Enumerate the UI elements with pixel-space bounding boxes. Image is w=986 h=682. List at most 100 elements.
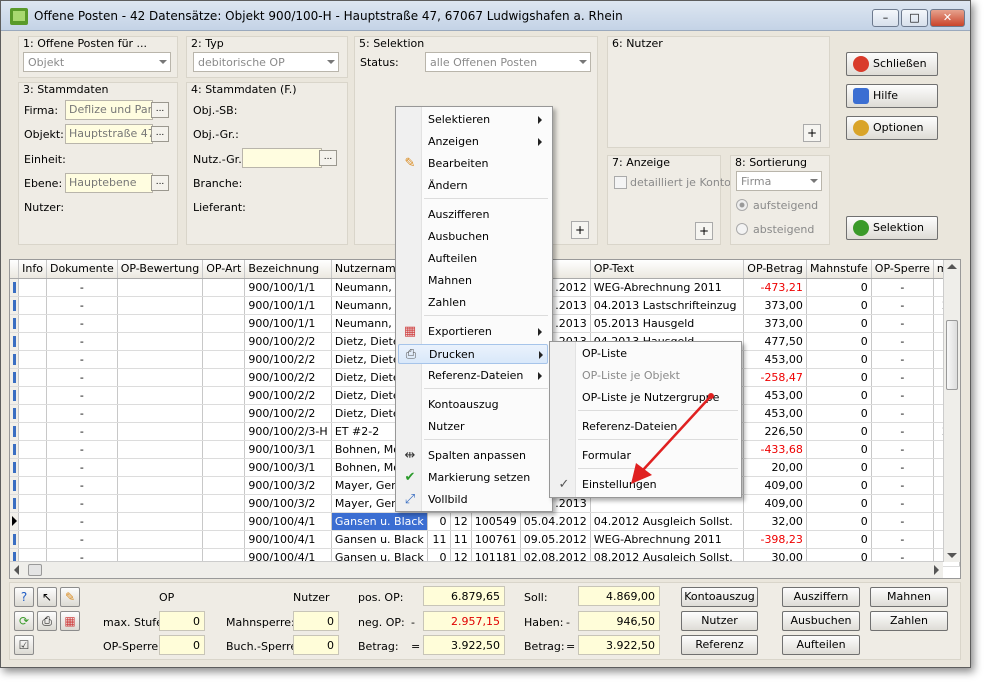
status-select[interactable]: alle Offenen Posten [425, 52, 591, 72]
objekt-browse-button[interactable]: ... [151, 126, 169, 142]
ausbuchen-button[interactable]: Ausbuchen [782, 611, 860, 631]
optionen-button[interactable]: Optionen [846, 116, 938, 140]
hilfe-button[interactable]: Hilfe [846, 84, 938, 108]
objekt-field[interactable]: Hauptstraße 47, [65, 124, 153, 144]
menu-item-nutzer[interactable]: Nutzer [398, 417, 548, 437]
firma-field[interactable]: Deflize und Partr [65, 100, 153, 120]
table-row[interactable]: -900/100/4/1 Gansen u. Black 0 12 100549 05.0… [10, 512, 960, 531]
menu-item-drucken[interactable]: ⎙ Drucken [398, 344, 548, 364]
kontoauszug-button[interactable]: Kontoauszug [681, 587, 758, 607]
row-indicator[interactable] [10, 530, 20, 549]
scroll-down-icon[interactable] [947, 553, 957, 558]
row-indicator[interactable] [10, 350, 20, 369]
menu-item-referenz-dateien[interactable]: Referenz-Dateien [398, 366, 548, 386]
ebene-field[interactable]: Hauptebene [65, 173, 153, 193]
scroll-thumb[interactable] [946, 320, 958, 390]
selektion-button[interactable]: Selektion [846, 216, 938, 240]
scroll-right-icon[interactable] [934, 565, 939, 575]
aufteilen-button[interactable]: Aufteilen [782, 635, 860, 655]
schliessen-button[interactable]: Schließen [846, 52, 938, 76]
row-indicator[interactable] [10, 278, 20, 297]
row-indicator[interactable] [10, 386, 20, 405]
absteigend-radio[interactable] [736, 223, 748, 235]
row-indicator[interactable] [10, 458, 20, 477]
row-indicator[interactable] [10, 422, 20, 441]
menu-item-ändern[interactable]: Ändern [398, 176, 548, 196]
menu-item-markierung-setzen[interactable]: ✔ Markierung setzen [398, 468, 548, 488]
menu-item-ausbuchen[interactable]: Ausbuchen [398, 227, 548, 247]
row-indicator[interactable] [10, 440, 20, 459]
minimize-button[interactable]: – [872, 9, 899, 27]
row-indicator[interactable] [10, 368, 20, 387]
row-indicator[interactable] [10, 494, 20, 513]
menu-item-mahnen[interactable]: Mahnen [398, 271, 548, 291]
table-cell [117, 422, 204, 441]
table-cell: -398,23 [743, 530, 807, 549]
nutzer-button[interactable]: Nutzer [681, 611, 758, 631]
typ-select[interactable]: debitorische OP [193, 52, 339, 72]
help-icon[interactable]: ? [14, 587, 34, 607]
menu-item-zahlen[interactable]: Zahlen [398, 293, 548, 313]
detailliert-checkbox[interactable] [614, 176, 627, 189]
column-header[interactable]: Mahnstufe [806, 260, 872, 279]
menu-item-selektieren[interactable]: Selektieren [398, 110, 548, 130]
nutz-gr-browse-button[interactable]: ... [319, 150, 337, 166]
scroll-up-icon[interactable] [947, 264, 957, 269]
column-header[interactable]: Dokumente [46, 260, 118, 279]
column-header[interactable]: OP-Bewertung [117, 260, 204, 279]
column-header[interactable]: Bezeichnung [244, 260, 332, 279]
submenu-item-formular[interactable]: Formular [552, 446, 737, 466]
row-indicator[interactable] [10, 332, 20, 351]
submenu-item-referenz-dateien[interactable]: Referenz-Dateien [552, 417, 737, 437]
row-indicator[interactable] [10, 296, 20, 315]
column-header[interactable]: OP-Art [202, 260, 246, 279]
selektion-add-button[interactable]: + [571, 221, 589, 239]
export-icon[interactable]: ▦ [60, 611, 80, 631]
ebene-browse-button[interactable]: ... [151, 175, 169, 191]
menu-item-aufteilen[interactable]: Aufteilen [398, 249, 548, 269]
column-header[interactable]: OP-Sperre [871, 260, 934, 279]
offene-posten-select[interactable]: Objekt [23, 52, 171, 72]
checkbox-icon[interactable]: ☑ [14, 635, 34, 655]
menu-item-bearbeiten[interactable]: ✎ Bearbeiten [398, 154, 548, 174]
mahnen-button[interactable]: Mahnen [870, 587, 948, 607]
horizontal-scrollbar[interactable] [10, 561, 943, 578]
nutz-gr-field[interactable] [242, 148, 322, 168]
sortierung-select[interactable]: Firma [736, 171, 822, 191]
ausziffern-button[interactable]: Ausziffern [782, 587, 860, 607]
column-header[interactable]: OP-Betrag [743, 260, 807, 279]
cursor-icon[interactable]: ↖ [37, 587, 57, 607]
row-indicator[interactable] [10, 476, 20, 495]
menu-item-vollbild[interactable]: ⤢ Vollbild [398, 490, 548, 510]
column-header[interactable]: OP-Text [590, 260, 745, 279]
hscroll-thumb[interactable] [28, 564, 42, 576]
row-indicator[interactable] [10, 512, 20, 531]
nutzer-add-button[interactable]: + [803, 124, 821, 142]
firma-browse-button[interactable]: ... [151, 102, 169, 118]
aufsteigend-radio[interactable] [736, 199, 748, 211]
anzeige-add-button[interactable]: + [695, 222, 713, 240]
row-indicator[interactable] [10, 404, 20, 423]
row-indicator[interactable] [10, 314, 20, 333]
submenu-item-op-liste[interactable]: OP-Liste [552, 344, 737, 364]
maximize-button[interactable]: □ [901, 9, 928, 27]
menu-item-anzeigen[interactable]: Anzeigen [398, 132, 548, 152]
pencil-icon[interactable]: ✎ [60, 587, 80, 607]
refresh-icon[interactable]: ⟳ [14, 611, 34, 631]
submenu-item-op-liste-je-nutzergruppe[interactable]: OP-Liste je Nutzergruppe [552, 388, 737, 408]
menu-item-auszifferen[interactable]: Auszifferen [398, 205, 548, 225]
menu-item-spalten-anpassen[interactable]: ⇹ Spalten anpassen [398, 446, 548, 466]
vertical-scrollbar[interactable] [943, 260, 960, 562]
table-cell: 0 [806, 296, 872, 315]
submenu-item-op-liste-je-objekt[interactable]: OP-Liste je Objekt [552, 366, 737, 386]
column-header[interactable]: Info [18, 260, 47, 279]
menu-item-kontoauszug[interactable]: Kontoauszug [398, 395, 548, 415]
scroll-left-icon[interactable] [14, 565, 19, 575]
menu-item-exportieren[interactable]: ▦ Exportieren [398, 322, 548, 342]
submenu-item-einstellungen[interactable]: ✓ Einstellungen [552, 475, 737, 495]
printer-icon[interactable]: ⎙ [37, 611, 57, 631]
close-button[interactable]: ✕ [930, 9, 965, 27]
zahlen-button[interactable]: Zahlen [870, 611, 948, 631]
referenz-button[interactable]: Referenz [681, 635, 758, 655]
table-row[interactable]: -900/100/4/1 Gansen u. Black 11 11 100761 09.… [10, 530, 960, 549]
